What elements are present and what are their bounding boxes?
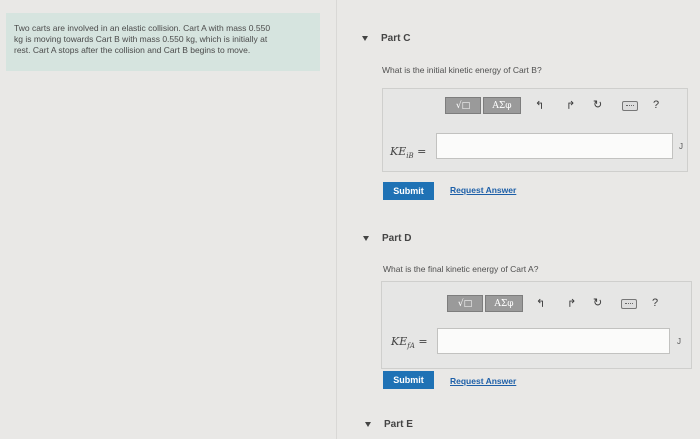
label-equals: =: [414, 335, 428, 348]
greek-symbols-button[interactable]: ΑΣφ: [483, 97, 521, 114]
part-d-units: J: [677, 337, 681, 346]
part-d-submit-button[interactable]: Submit: [383, 371, 434, 389]
keyboard-icon[interactable]: [621, 299, 637, 309]
greek-symbols-button[interactable]: ΑΣφ: [485, 295, 523, 312]
part-c-question: What is the initial kinetic energy of Ca…: [382, 65, 542, 75]
part-d-toolbar: √□ ΑΣφ: [447, 295, 523, 312]
redo-icon[interactable]: ↱: [566, 100, 575, 112]
label-main: KE: [391, 335, 408, 348]
collapse-triangle-icon[interactable]: [363, 236, 369, 241]
label-subscript: iB: [406, 152, 414, 161]
keyboard-icon[interactable]: [622, 101, 638, 111]
help-icon[interactable]: ?: [653, 99, 659, 111]
pane-divider: [336, 0, 337, 439]
part-c-answer-input[interactable]: [436, 133, 673, 159]
part-d-request-answer-link[interactable]: Request Answer: [450, 376, 516, 386]
undo-icon[interactable]: ↰: [535, 100, 544, 112]
problem-line: rest. Cart A stops after the collision a…: [14, 45, 251, 55]
part-c-units: J: [679, 142, 683, 151]
part-d-header[interactable]: Part D: [363, 233, 411, 244]
part-c-title: Part C: [381, 33, 411, 44]
part-d-answer-box: [381, 281, 692, 369]
part-e-title: Part E: [384, 419, 413, 430]
label-subscript: fA: [407, 342, 415, 351]
undo-icon[interactable]: ↰: [536, 298, 545, 310]
reset-icon[interactable]: ↻: [593, 297, 602, 309]
part-c-submit-button[interactable]: Submit: [383, 182, 434, 200]
templates-button[interactable]: √□: [445, 97, 481, 114]
problem-line: kg is moving towards Cart B with mass 0.…: [14, 34, 268, 44]
reset-icon[interactable]: ↻: [593, 99, 602, 111]
part-c-header[interactable]: Part C: [362, 33, 410, 44]
part-e-header[interactable]: Part E: [365, 419, 413, 430]
part-d-answer-input[interactable]: [437, 328, 670, 354]
label-main: KE: [390, 145, 407, 158]
part-d-question: What is the final kinetic energy of Cart…: [383, 264, 539, 274]
label-equals: =: [413, 145, 427, 158]
part-d-variable-label: KEfA =: [391, 335, 428, 350]
problem-statement: Two carts are involved in an elastic col…: [6, 13, 320, 71]
problem-line: Two carts are involved in an elastic col…: [14, 23, 271, 33]
collapse-triangle-icon[interactable]: [362, 36, 368, 41]
collapse-triangle-icon[interactable]: [365, 422, 371, 427]
redo-icon[interactable]: ↱: [567, 298, 576, 310]
part-c-request-answer-link[interactable]: Request Answer: [450, 185, 516, 195]
part-c-variable-label: KEiB =: [390, 145, 426, 160]
help-icon[interactable]: ?: [652, 297, 658, 309]
part-d-title: Part D: [382, 233, 412, 244]
templates-button[interactable]: √□: [447, 295, 483, 312]
part-c-toolbar: √□ ΑΣφ: [445, 97, 521, 114]
